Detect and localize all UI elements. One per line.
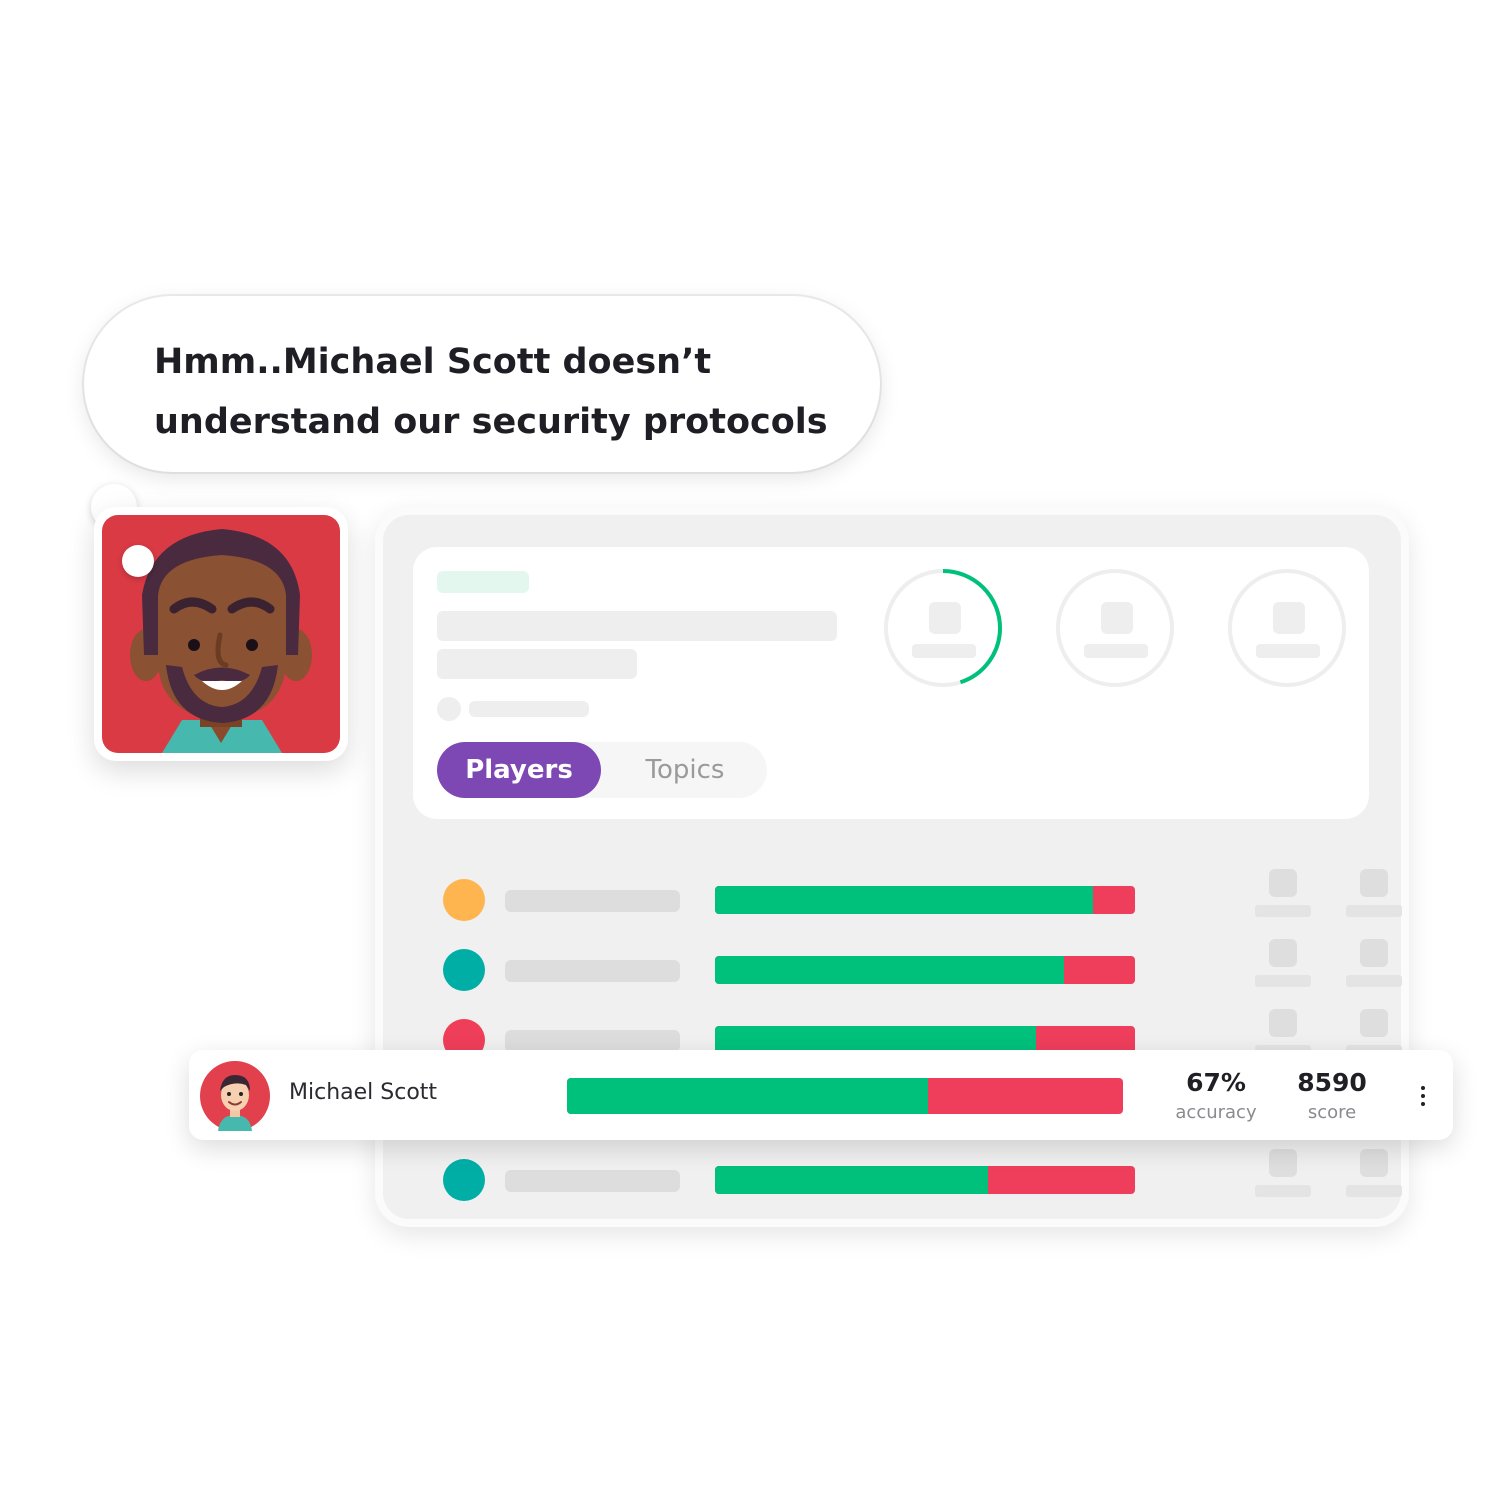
speech-line-2: understand our security protocols <box>154 402 828 442</box>
placeholder-title <box>437 611 837 641</box>
player-name-placeholder <box>505 960 680 982</box>
accuracy-placeholder <box>1255 939 1311 989</box>
accuracy-bar-fill <box>715 1166 988 1194</box>
placeholder-meta <box>469 701 589 717</box>
score-label: score <box>1307 1102 1357 1123</box>
score-placeholder <box>1346 869 1402 919</box>
stat-placeholder-value <box>1269 939 1297 967</box>
player-avatar-dot <box>443 949 485 991</box>
stat-placeholder-label <box>1255 905 1311 917</box>
stat-ring-2 <box>1056 569 1174 687</box>
accuracy-bar <box>715 886 1135 914</box>
stat-placeholder-value <box>1269 1009 1297 1037</box>
speech-text: Hmm..Michael Scott doesn’t understand ou… <box>154 332 844 452</box>
stat-ring-3 <box>1228 569 1346 687</box>
ring-placeholder-icon <box>929 602 961 634</box>
player-avatar-dot <box>443 879 485 921</box>
placeholder-avatar <box>437 697 461 721</box>
accuracy-bar <box>567 1078 1123 1114</box>
summary-panel: Players Topics <box>413 547 1369 819</box>
highlighted-player-row[interactable]: Michael Scott 67% accuracy 8590 score <box>189 1050 1453 1140</box>
accuracy-bar <box>715 1166 1135 1194</box>
stat-placeholder-value <box>1360 869 1388 897</box>
accuracy-value: 67% <box>1186 1068 1246 1097</box>
progress-ring <box>884 569 1002 687</box>
player-row[interactable] <box>443 939 1402 993</box>
ring-placeholder-icon <box>1101 602 1133 634</box>
player-avatar-dot <box>443 1159 485 1201</box>
accuracy-label: accuracy <box>1175 1102 1257 1123</box>
stat-placeholder-value <box>1360 1149 1388 1177</box>
accuracy-placeholder <box>1255 1149 1311 1199</box>
score-value: 8590 <box>1297 1068 1367 1097</box>
thought-dot-small <box>122 545 154 577</box>
stat-placeholder-label <box>1255 975 1311 987</box>
stat-placeholder-value <box>1360 939 1388 967</box>
accuracy-bar-fill <box>715 956 1064 984</box>
player-name-placeholder <box>505 1030 680 1052</box>
stat-placeholder-value <box>1269 1149 1297 1177</box>
stat-placeholder-label <box>1346 1185 1402 1197</box>
kebab-menu-icon[interactable] <box>1415 1086 1431 1108</box>
placeholder-tag <box>437 571 529 593</box>
score-placeholder <box>1346 1149 1402 1199</box>
accuracy-bar-fill <box>715 886 1093 914</box>
tab-players[interactable]: Players <box>437 742 601 798</box>
stat-placeholder-value <box>1269 869 1297 897</box>
ring-placeholder-label <box>1256 644 1320 658</box>
stat-placeholder-value <box>1360 1009 1388 1037</box>
speech-line-1: Hmm..Michael Scott doesn’t <box>154 342 712 382</box>
ring-placeholder-label <box>912 644 976 658</box>
view-tabs: Players Topics <box>437 742 767 798</box>
player-row[interactable] <box>443 1149 1402 1203</box>
michael-scott-avatar-icon <box>200 1061 270 1131</box>
score-stat: 8590 score <box>1277 1066 1387 1126</box>
speech-bubble: Hmm..Michael Scott doesn’t understand ou… <box>84 296 880 472</box>
score-placeholder <box>1346 939 1402 989</box>
stat-placeholder-label <box>1255 1185 1311 1197</box>
stat-placeholder-label <box>1346 905 1402 917</box>
tab-topics[interactable]: Topics <box>617 742 753 798</box>
accuracy-bar-fill <box>567 1078 929 1114</box>
player-row[interactable] <box>443 869 1402 923</box>
accuracy-placeholder <box>1255 869 1311 919</box>
accuracy-stat: 67% accuracy <box>1161 1066 1271 1126</box>
player-name: Michael Scott <box>289 1080 438 1105</box>
accuracy-bar <box>715 956 1135 984</box>
placeholder-subtitle <box>437 649 637 679</box>
ring-placeholder-icon <box>1273 602 1305 634</box>
player-name-placeholder <box>505 890 680 912</box>
ring-placeholder-label <box>1084 644 1148 658</box>
stat-placeholder-label <box>1346 975 1402 987</box>
player-name-placeholder <box>505 1170 680 1192</box>
